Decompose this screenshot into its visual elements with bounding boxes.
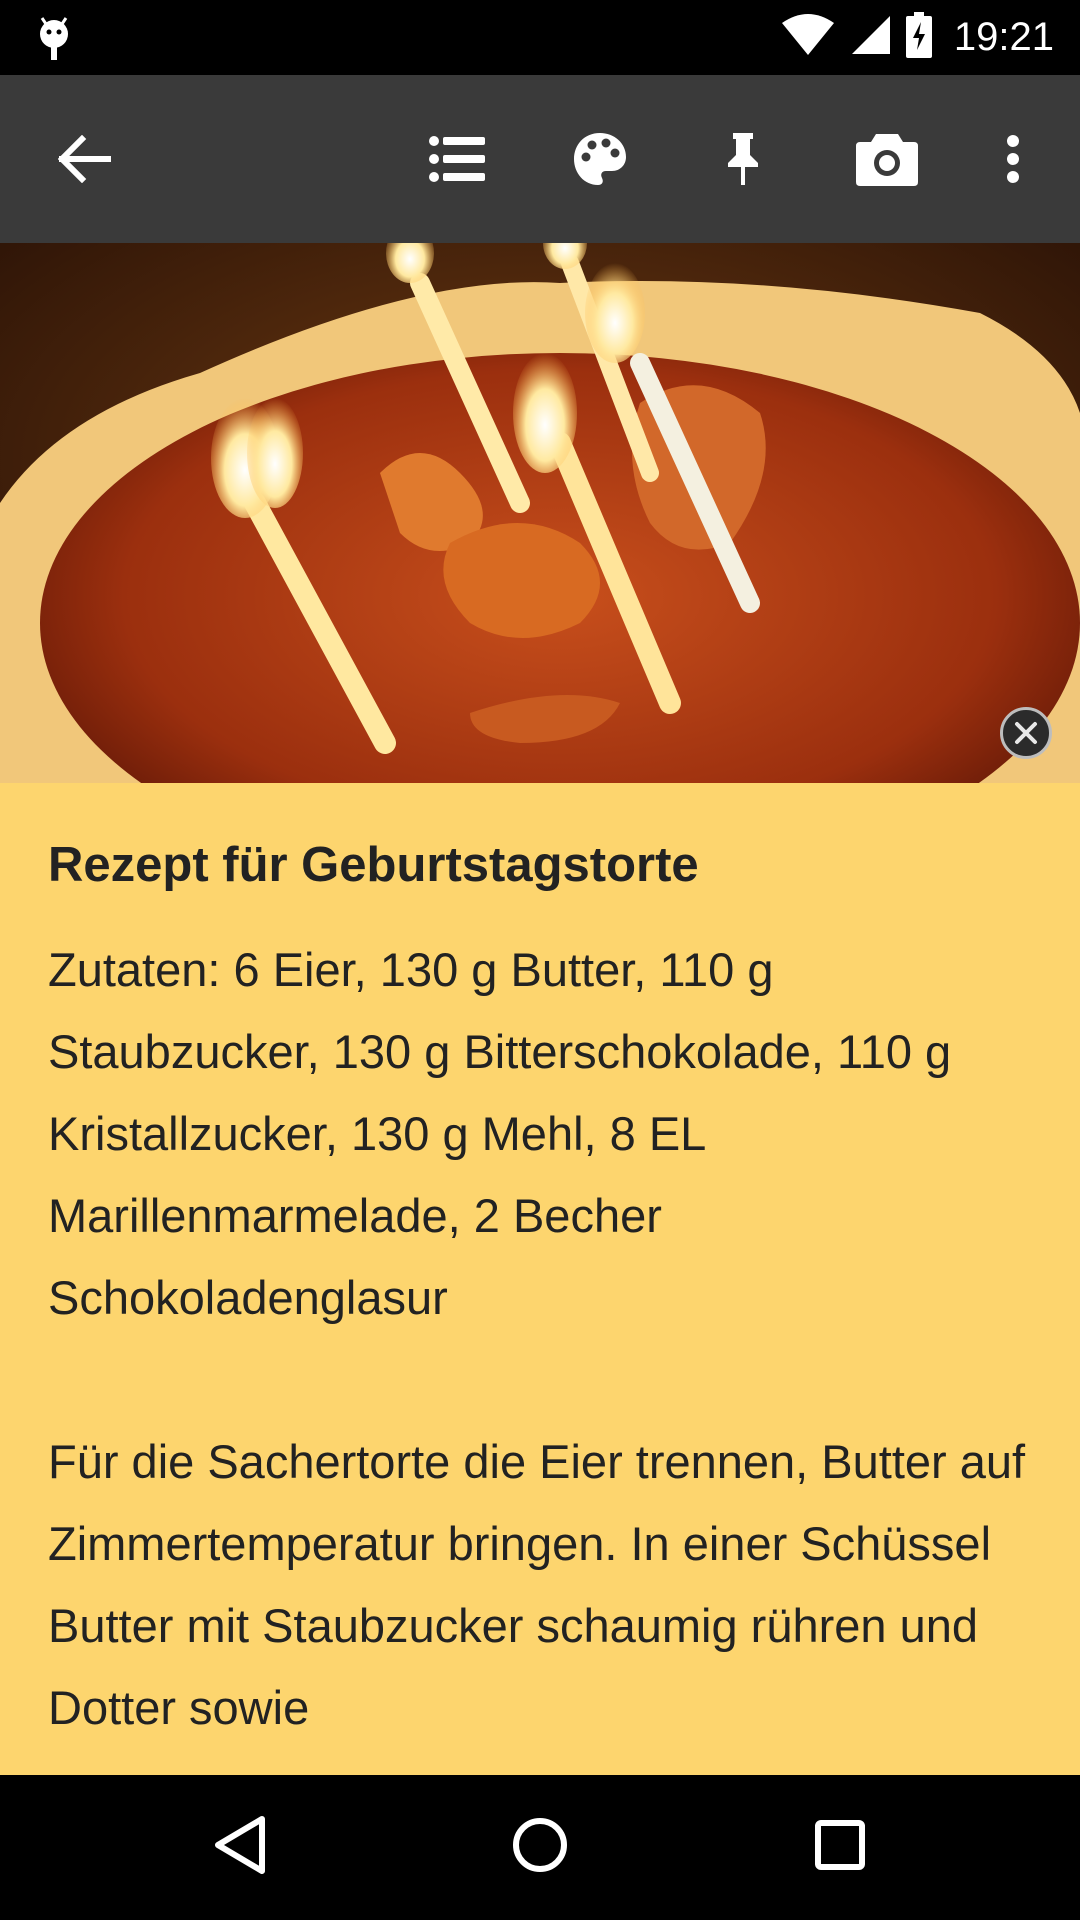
- navigation-bar: [0, 1775, 1080, 1920]
- note-image[interactable]: [0, 243, 1080, 783]
- cell-signal-icon: [850, 14, 892, 61]
- more-vert-icon: [1006, 134, 1020, 184]
- back-button[interactable]: [30, 75, 140, 243]
- close-icon: [1014, 721, 1038, 745]
- note-body[interactable]: Zutaten: 6 Eier, 130 g Butter, 110 g Sta…: [48, 929, 1038, 1749]
- note-title[interactable]: Rezept für Geburtstagstorte: [48, 835, 1032, 895]
- nav-recents-button[interactable]: [750, 1775, 930, 1920]
- note-content[interactable]: Rezept für Geburtstagstorte Zutaten: 6 E…: [0, 783, 1080, 1775]
- camera-icon: [856, 132, 918, 186]
- nav-back-button[interactable]: [150, 1775, 330, 1920]
- color-palette-button[interactable]: [545, 75, 655, 243]
- camera-button[interactable]: [832, 75, 942, 243]
- pin-button[interactable]: [688, 75, 798, 243]
- battery-charging-icon: [905, 12, 932, 63]
- nav-home-button[interactable]: [450, 1775, 630, 1920]
- status-bar: 19:21: [0, 0, 1080, 75]
- checklist-button[interactable]: [402, 75, 512, 243]
- android-debug-icon: [34, 14, 74, 62]
- toolbar: [0, 75, 1080, 243]
- note-editor-screen: 19:21 Rezept für Geburtstagstorte Zutate…: [0, 0, 1080, 1920]
- recents-square-icon: [814, 1819, 866, 1876]
- back-triangle-icon: [212, 1815, 268, 1880]
- palette-icon: [572, 131, 628, 187]
- home-circle-icon: [512, 1817, 568, 1878]
- more-options-button[interactable]: [958, 75, 1068, 243]
- wifi-icon: [780, 13, 836, 62]
- checklist-icon: [429, 135, 485, 183]
- back-arrow-icon: [58, 135, 112, 183]
- status-time: 19:21: [953, 15, 1054, 59]
- remove-image-button[interactable]: [1000, 707, 1052, 759]
- pin-icon: [725, 131, 761, 187]
